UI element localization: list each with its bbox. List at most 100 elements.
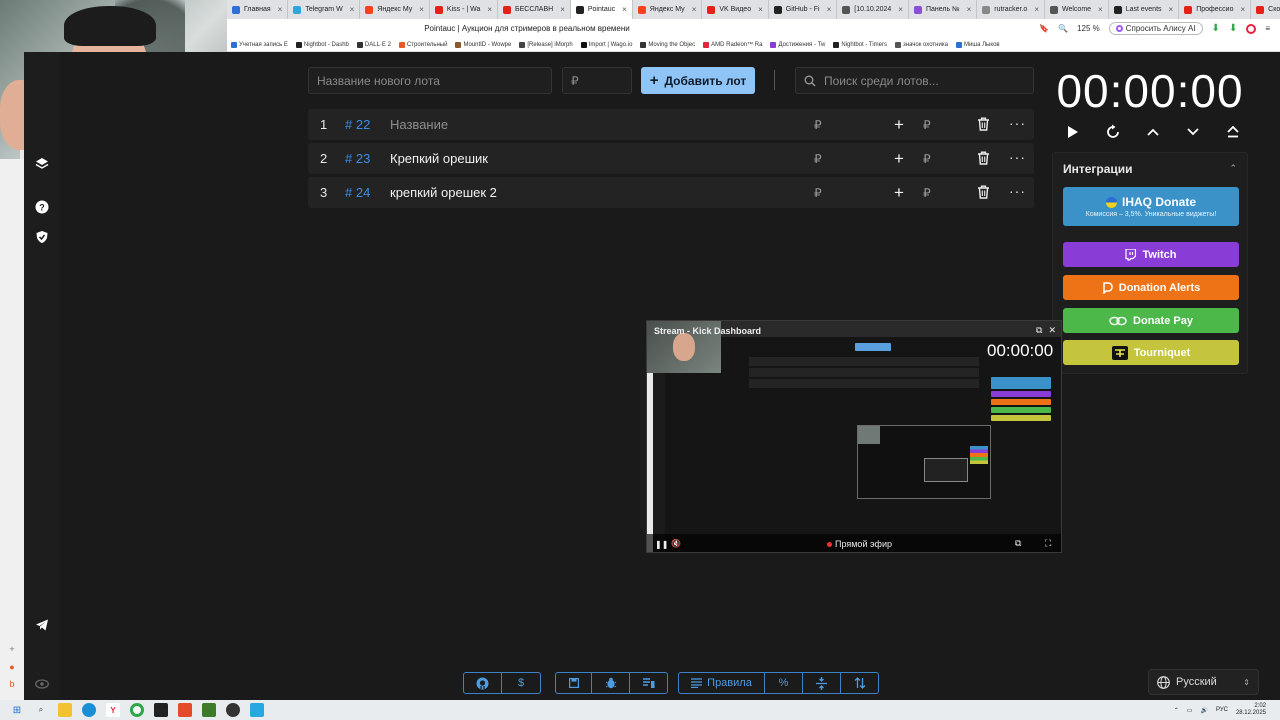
tab-close-icon[interactable]: × bbox=[487, 5, 492, 14]
play-icon[interactable] bbox=[1063, 122, 1083, 142]
pause-icon[interactable]: ❚❚ bbox=[655, 540, 668, 549]
browser-tab[interactable]: БЕССЛАВН × bbox=[498, 0, 571, 19]
help-icon[interactable]: ? bbox=[34, 199, 50, 215]
chrome-icon[interactable] bbox=[130, 703, 144, 717]
browser-tab[interactable]: Панель № × bbox=[909, 0, 978, 19]
chevron-up-icon[interactable] bbox=[1143, 122, 1163, 142]
clock[interactable]: 2:02 28.12.2025 bbox=[1236, 703, 1266, 717]
donation-alerts-button[interactable]: Donation Alerts bbox=[1063, 275, 1239, 300]
app-icon[interactable] bbox=[202, 703, 216, 717]
bookmark-item[interactable]: MountID - Wowpe bbox=[451, 41, 515, 48]
bookmark-item[interactable]: DALL·E 2 bbox=[353, 41, 395, 48]
bookmark-item[interactable]: Учетная запись E bbox=[227, 41, 292, 48]
bookmark-item[interactable]: AMD Radeon™ Ra bbox=[699, 41, 766, 48]
bookmark-item[interactable]: Достижения - Tw bbox=[766, 41, 829, 48]
telegram-icon[interactable] bbox=[250, 703, 264, 717]
browser-tab[interactable]: Яндекс Му × bbox=[633, 0, 703, 19]
more-options-icon[interactable]: ··· bbox=[1009, 149, 1026, 165]
browser-tab[interactable]: Welcome × bbox=[1045, 0, 1109, 19]
tab-close-icon[interactable]: × bbox=[758, 5, 763, 14]
tab-close-icon[interactable]: × bbox=[350, 5, 355, 14]
lot-amount-field[interactable]: ₽ bbox=[814, 152, 822, 166]
windows-start-icon[interactable]: ⊞ bbox=[10, 703, 24, 717]
tab-close-icon[interactable]: × bbox=[827, 5, 832, 14]
bookmark-item[interactable]: Import | Wago.io bbox=[577, 41, 637, 48]
trash-icon[interactable] bbox=[977, 151, 990, 168]
input-language[interactable]: РУС bbox=[1216, 707, 1228, 713]
browser-tab[interactable]: Скотт Эдв× bbox=[1251, 0, 1280, 19]
lot-name-field[interactable]: Название bbox=[390, 117, 448, 132]
telegram-icon[interactable] bbox=[34, 617, 50, 633]
lot-amount-field[interactable]: ₽ bbox=[814, 118, 822, 132]
fullscreen-icon[interactable]: ⛶ bbox=[1045, 538, 1051, 549]
tab-close-icon[interactable]: × bbox=[278, 5, 283, 14]
menu-icon[interactable]: ≡ bbox=[1265, 24, 1270, 33]
browser-tab[interactable]: Профессио × bbox=[1179, 0, 1252, 19]
bookmark-item[interactable]: значок охотника bbox=[891, 41, 952, 48]
tab-close-icon[interactable]: × bbox=[622, 5, 627, 14]
network-icon[interactable]: ▭ bbox=[1187, 707, 1193, 714]
bookmark-item[interactable]: [Release] iMorph bbox=[515, 41, 576, 48]
tab-close-icon[interactable]: × bbox=[967, 5, 972, 14]
more-options-icon[interactable]: ··· bbox=[1009, 183, 1026, 199]
extension-icon[interactable]: ⬇ bbox=[1229, 23, 1237, 34]
alice-button[interactable]: Спросить Алису AI bbox=[1108, 22, 1203, 35]
reset-icon[interactable] bbox=[1103, 122, 1123, 142]
donate-pay-button[interactable]: Donate Pay bbox=[1063, 308, 1239, 333]
lot-id-link[interactable]: # 23 bbox=[345, 151, 370, 166]
lot-row[interactable]: 3 # 24 крепкий орешек 2 ₽ + ₽ ··· bbox=[308, 177, 1034, 208]
lot-add-amount-field[interactable]: ₽ bbox=[923, 152, 931, 166]
lot-price-input[interactable]: ₽ bbox=[562, 67, 632, 94]
browser-tab[interactable]: GitHub - Fi × bbox=[769, 0, 838, 19]
close-icon[interactable]: ✕ bbox=[1048, 325, 1056, 336]
split-button[interactable] bbox=[803, 673, 841, 693]
browser-tab[interactable]: rutracker.o × bbox=[977, 0, 1045, 19]
sort-button[interactable] bbox=[841, 673, 878, 693]
lot-amount-field[interactable]: ₽ bbox=[814, 186, 822, 200]
donate-button[interactable]: $ bbox=[502, 673, 540, 693]
edge-icon[interactable] bbox=[82, 703, 96, 717]
tab-close-icon[interactable]: × bbox=[419, 5, 424, 14]
bookmark-item[interactable]: Nightbot - Dashb bbox=[292, 41, 353, 48]
app-icon[interactable] bbox=[178, 703, 192, 717]
tab-close-icon[interactable]: × bbox=[1098, 5, 1103, 14]
pip-icon[interactable]: ⧉ bbox=[1015, 538, 1021, 549]
twitch-button[interactable]: Twitch bbox=[1063, 242, 1239, 267]
shield-icon[interactable] bbox=[34, 229, 50, 245]
rules-button[interactable]: Правила bbox=[679, 673, 765, 693]
browser-tab[interactable]: Яндекс Му × bbox=[360, 0, 430, 19]
file-explorer-icon[interactable] bbox=[58, 703, 72, 717]
lot-name-input[interactable]: Название нового лота bbox=[308, 67, 552, 94]
zoom-level[interactable]: 125 % bbox=[1077, 24, 1100, 33]
github-button[interactable] bbox=[464, 673, 502, 693]
layers-icon[interactable] bbox=[34, 156, 50, 172]
bookmark-item[interactable]: Миша Лыков bbox=[952, 41, 1004, 48]
lot-name-field[interactable]: Крепкий орешик bbox=[390, 151, 488, 166]
lot-id-link[interactable]: # 24 bbox=[345, 185, 370, 200]
lot-add-amount-field[interactable]: ₽ bbox=[923, 118, 931, 132]
bookmark-item[interactable]: Строительный bbox=[395, 41, 452, 48]
brand-icon[interactable]: b bbox=[5, 679, 19, 693]
browser-tab[interactable]: Telegram W × bbox=[288, 0, 361, 19]
mute-icon[interactable]: 🔇 bbox=[671, 539, 681, 548]
language-select[interactable]: Русский ⇕ bbox=[1148, 669, 1259, 695]
search-icon[interactable]: ⌕ bbox=[34, 703, 48, 717]
trash-icon[interactable] bbox=[977, 117, 990, 134]
browser-tab[interactable]: Last events × bbox=[1109, 0, 1180, 19]
percent-button[interactable]: % bbox=[765, 673, 803, 693]
volume-icon[interactable]: 🔊 bbox=[1200, 707, 1207, 714]
chevron-down-icon[interactable] bbox=[1183, 122, 1203, 142]
search-input[interactable]: Поиск среди лотов... bbox=[795, 67, 1034, 94]
tab-close-icon[interactable]: × bbox=[692, 5, 697, 14]
add-amount-icon[interactable]: + bbox=[894, 183, 904, 203]
add-amount-icon[interactable]: + bbox=[894, 149, 904, 169]
tab-close-icon[interactable]: × bbox=[1169, 5, 1174, 14]
lot-name-field[interactable]: крепкий орешек 2 bbox=[390, 185, 497, 200]
add-icon[interactable]: + bbox=[5, 644, 19, 658]
add-lot-button[interactable]: + Добавить лот bbox=[641, 67, 755, 94]
obs-icon[interactable] bbox=[226, 703, 240, 717]
eye-icon[interactable] bbox=[34, 676, 50, 692]
bug-report-button[interactable] bbox=[592, 673, 630, 693]
tab-close-icon[interactable]: × bbox=[1240, 5, 1245, 14]
bookmark-item[interactable]: Nightbot - Timers bbox=[829, 41, 891, 48]
